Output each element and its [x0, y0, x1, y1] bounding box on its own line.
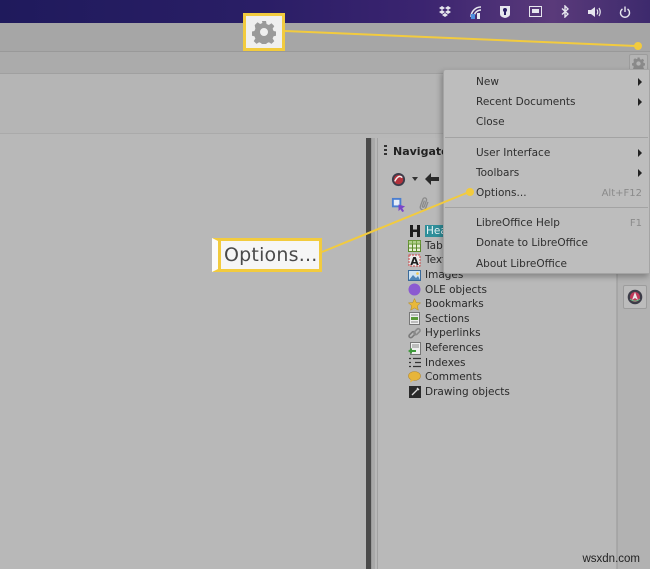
navigator-item-label: Indexes — [425, 356, 466, 369]
menu-item-user-interface[interactable]: User Interface — [444, 143, 649, 163]
navigator-item-label: Comments — [425, 371, 482, 384]
grip-handle-icon[interactable] — [384, 145, 387, 157]
table-icon — [408, 239, 421, 252]
gear-icon — [632, 57, 645, 70]
submenu-arrow-icon — [638, 168, 642, 177]
drawing-object-icon — [408, 385, 421, 398]
gear-icon — [252, 21, 276, 44]
back-icon[interactable] — [424, 171, 440, 187]
navigator-item-hyperlinks[interactable]: Hyperlinks — [408, 326, 510, 341]
navigator-item-sections[interactable]: Sections — [408, 312, 510, 327]
power-icon[interactable] — [614, 3, 636, 20]
image-icon — [408, 269, 421, 282]
bluetooth-icon[interactable] — [554, 3, 576, 20]
menu-item-label: New — [476, 76, 499, 89]
navigator-item-label: Sections — [425, 312, 470, 325]
navigator-item-comments[interactable]: Comments — [408, 370, 510, 385]
navigator-item-references[interactable]: References — [408, 341, 510, 356]
sidebar-tab-navigator[interactable] — [623, 285, 647, 309]
menu-separator — [445, 136, 648, 138]
dropdown-arrow-icon[interactable] — [412, 177, 418, 181]
submenu-arrow-icon — [638, 78, 642, 87]
volume-icon[interactable] — [584, 3, 606, 20]
navigator-item-label: Bookmarks — [425, 298, 484, 311]
options-callout-label: Options... — [224, 244, 318, 266]
attachment-icon[interactable] — [416, 196, 432, 212]
dropbox-icon[interactable] — [434, 3, 456, 20]
sidebar-settings-menu: New Recent Documents Close User Interfac… — [443, 69, 650, 274]
menu-item-label: Donate to LibreOffice — [476, 237, 589, 250]
text-frame-icon: A — [408, 254, 421, 267]
menu-item-new[interactable]: New — [444, 72, 649, 92]
menu-item-label: About LibreOffice — [476, 257, 568, 270]
gear-callout — [243, 13, 285, 51]
menu-item-label: User Interface — [476, 146, 551, 159]
drag-mode-icon[interactable] — [390, 196, 406, 212]
menu-item-options[interactable]: Options... Alt+F12 — [444, 183, 649, 203]
navigator-item-drawing-objects[interactable]: Drawing objects — [408, 385, 510, 400]
document-canvas[interactable] — [0, 135, 366, 569]
svg-text:A: A — [410, 255, 419, 267]
system-tray — [426, 3, 636, 20]
navigator-item-label: References — [425, 342, 484, 355]
menu-item-shortcut: F1 — [629, 217, 642, 229]
menu-item-about[interactable]: About LibreOffice — [444, 254, 649, 274]
window-titlebar — [0, 23, 650, 52]
submenu-arrow-icon — [638, 148, 642, 157]
menu-item-donate[interactable]: Donate to LibreOffice — [444, 233, 649, 253]
comment-icon — [408, 371, 421, 384]
wired-network-icon[interactable] — [524, 3, 546, 20]
menu-item-recent-documents[interactable]: Recent Documents — [444, 92, 649, 112]
menu-item-close[interactable]: Close — [444, 112, 649, 132]
options-callout: Options... — [212, 238, 322, 272]
navigator-item-label: OLE objects — [425, 283, 487, 296]
hyperlink-icon — [408, 327, 421, 340]
menu-item-toolbars[interactable]: Toolbars — [444, 163, 649, 183]
deck-splitter[interactable] — [371, 138, 375, 569]
menu-item-label: Toolbars — [476, 166, 520, 179]
menu-item-label: LibreOffice Help — [476, 217, 560, 230]
menu-item-label: Close — [476, 116, 505, 129]
content-view-icon[interactable] — [390, 171, 406, 187]
navigator-item-label: Drawing objects — [425, 385, 510, 398]
reference-icon — [408, 341, 421, 355]
navigator-item-bookmarks[interactable]: Bookmarks — [408, 297, 510, 312]
heading-icon — [408, 225, 421, 238]
menu-separator — [445, 207, 648, 209]
navigator-tab-icon — [627, 289, 643, 305]
navigator-item-ole-objects[interactable]: OLE objects — [408, 282, 510, 297]
index-icon — [408, 356, 421, 369]
navigator-item-indexes[interactable]: Indexes — [408, 355, 510, 370]
submenu-arrow-icon — [638, 98, 642, 107]
menu-item-label: Options... — [476, 187, 527, 200]
network-icon[interactable] — [464, 3, 486, 20]
menu-item-libreoffice-help[interactable]: LibreOffice Help F1 — [444, 213, 649, 233]
menu-item-label: Recent Documents — [476, 96, 576, 109]
section-icon — [408, 312, 421, 326]
desktop-top-panel — [0, 0, 650, 23]
keepassxc-icon[interactable] — [494, 3, 516, 20]
ole-object-icon — [408, 283, 421, 296]
bookmark-icon — [408, 297, 421, 311]
navigator-toolbar-row1 — [390, 171, 440, 187]
menu-item-shortcut: Alt+F12 — [601, 187, 642, 199]
navigator-item-label: Hyperlinks — [425, 327, 481, 340]
watermark: wsxdn.com — [582, 553, 640, 565]
navigator-toolbar-row2 — [390, 196, 432, 212]
